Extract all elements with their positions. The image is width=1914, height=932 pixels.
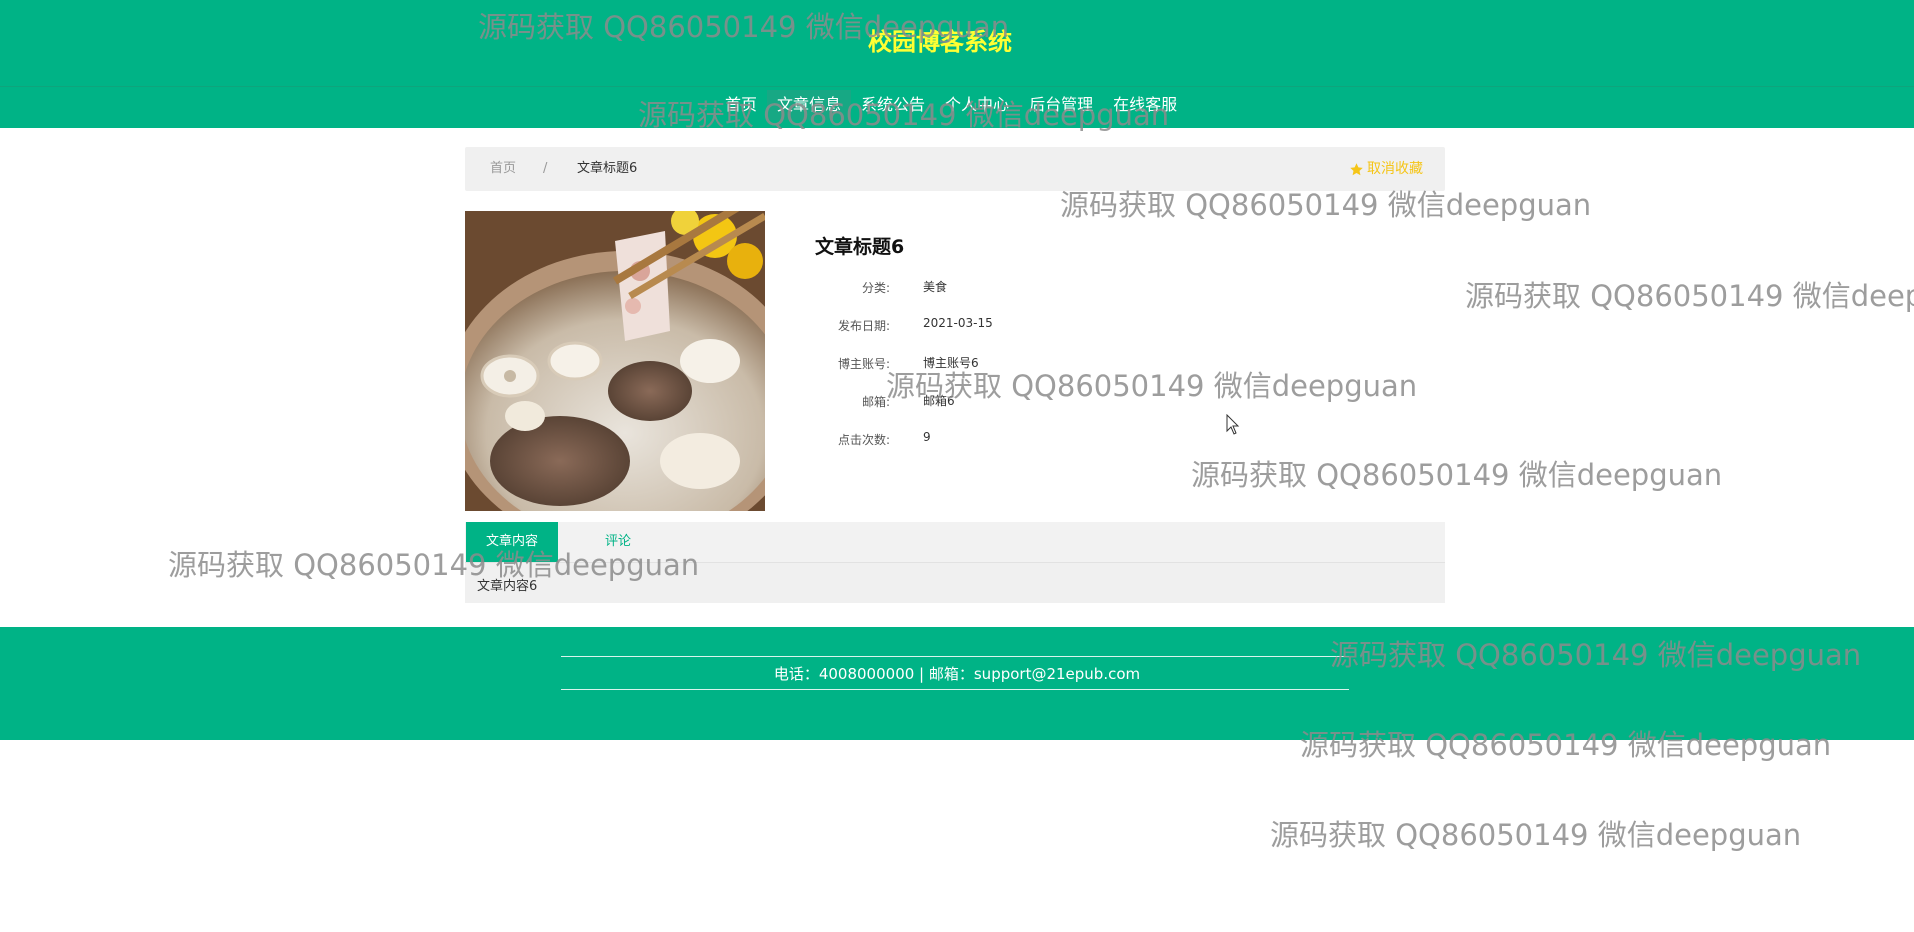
footer: 电话：4008000000 | 邮箱：support@21epub.com: [0, 627, 1914, 740]
footer-top-line: [561, 656, 1349, 657]
main-nav: 首页 文章信息 系统公告 个人中心 后台管理 在线客服: [715, 90, 1187, 120]
blogger-account-label: 博主账号:: [837, 357, 890, 371]
footer-contact: 电话：4008000000 | 邮箱：support@21epub.com: [773, 665, 1141, 683]
tab-content-panel: 文章内容6: [465, 563, 1445, 603]
blogger-account-value: 博主账号6: [923, 356, 979, 370]
header: 校园博客系统 首页 文章信息 系统公告 个人中心 后台管理 在线客服: [0, 0, 1914, 128]
click-count-value: 9: [923, 430, 931, 444]
article-content-text: 文章内容6: [477, 579, 538, 594]
nav-admin[interactable]: 后台管理: [1019, 90, 1103, 120]
watermark: 源码获取 QQ86050149 微信deepguan: [1191, 458, 1723, 492]
star-icon: [1350, 162, 1363, 175]
nav-personal-center[interactable]: 个人中心: [935, 90, 1019, 120]
publish-date-label: 发布日期:: [837, 319, 890, 333]
mouse-pointer-icon: [1226, 414, 1240, 435]
unfavorite-label: 取消收藏: [1367, 161, 1423, 177]
site-title: 校园博客系统: [868, 28, 1012, 56]
article-title: 文章标题6: [815, 236, 905, 258]
watermark: 源码获取 QQ86050149 微信deepguan: [1465, 279, 1914, 313]
publish-date-value: 2021-03-15: [923, 316, 993, 330]
nav-announcements[interactable]: 系统公告: [851, 90, 935, 120]
watermark: 源码获取 QQ86050149 微信deepguan: [1270, 818, 1802, 852]
nav-online-service[interactable]: 在线客服: [1103, 90, 1187, 120]
category-label: 分类:: [861, 281, 890, 295]
breadcrumb: 首页 / 文章标题6 取消收藏: [465, 147, 1445, 191]
unfavorite-button[interactable]: 取消收藏: [1349, 147, 1423, 191]
category-value: 美食: [923, 280, 948, 294]
click-count-label: 点击次数:: [837, 433, 890, 447]
header-divider: [0, 86, 1914, 87]
tab-bar: 文章内容 评论: [465, 522, 1445, 563]
nav-home[interactable]: 首页: [715, 90, 767, 120]
nav-articles[interactable]: 文章信息: [767, 90, 852, 120]
tab-article-content[interactable]: 文章内容: [466, 522, 558, 562]
breadcrumb-home-link[interactable]: 首页: [490, 147, 516, 191]
tab-comments[interactable]: 评论: [593, 522, 643, 562]
footer-bottom-line: [561, 689, 1349, 690]
article-image: [465, 211, 765, 511]
breadcrumb-separator: /: [543, 161, 548, 176]
breadcrumb-current: 文章标题6: [577, 161, 638, 176]
email-label: 邮箱:: [861, 395, 890, 409]
email-value: 邮箱6: [923, 394, 955, 408]
